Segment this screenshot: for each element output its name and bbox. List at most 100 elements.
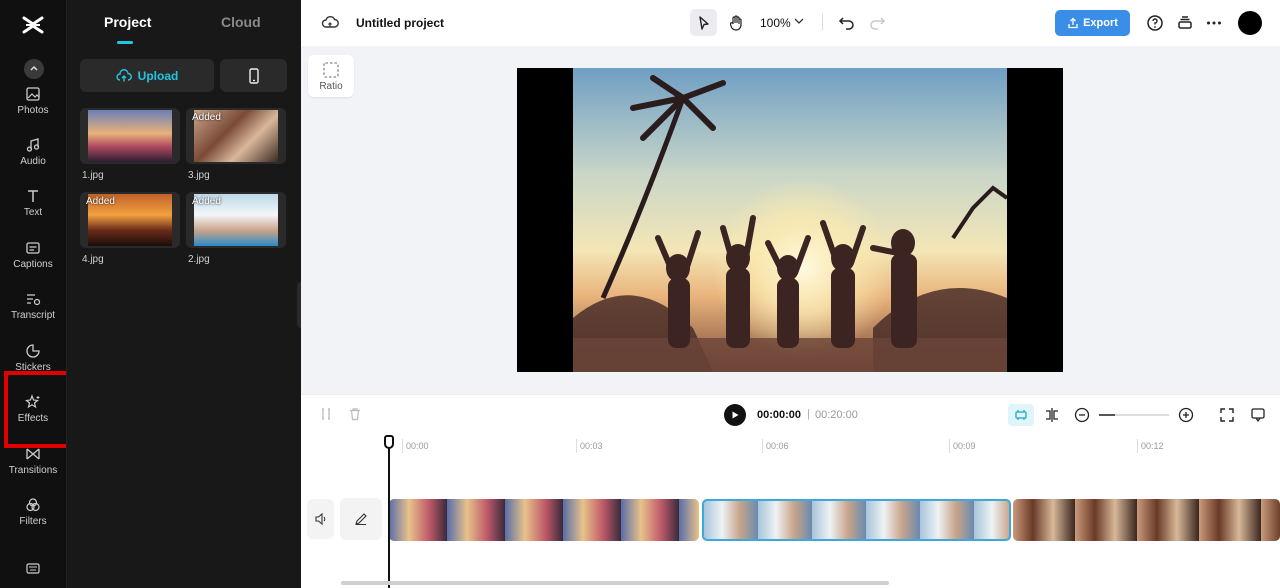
beach-party-image	[573, 68, 1007, 372]
upload-button[interactable]: Upload	[80, 59, 214, 92]
video-clip[interactable]	[1013, 499, 1280, 541]
phone-icon	[248, 67, 259, 84]
time-separator: |	[807, 408, 810, 420]
more-icon[interactable]	[1205, 14, 1223, 32]
active-tab-indicator	[117, 41, 133, 44]
track-edit-button[interactable]	[340, 498, 382, 540]
rail-item-audio[interactable]: Audio	[0, 137, 66, 185]
timeline: 00:00:00 | 00:20:00 00:00 00:03 00:06 00…	[301, 394, 1280, 588]
added-badge: Added	[86, 196, 115, 207]
video-preview[interactable]	[517, 68, 1063, 372]
rail-item-label: Transcript	[10, 310, 56, 321]
timeline-ruler[interactable]: 00:00 00:03 00:06 00:09 00:12	[301, 435, 1280, 455]
magnet-icon	[1015, 410, 1027, 420]
select-tool-button[interactable]	[690, 9, 717, 36]
total-time: 00:20:00	[815, 409, 858, 421]
split-icon[interactable]	[319, 407, 333, 421]
left-rail: Photos Audio Text Captions Transcript St…	[0, 0, 66, 588]
filters-icon	[26, 498, 40, 512]
rail-item-label: Audio	[20, 156, 46, 167]
media-item[interactable]: Added 3.jpg	[186, 108, 286, 181]
added-badge: Added	[192, 196, 221, 207]
rail-item-text[interactable]: Text	[0, 188, 66, 236]
rail-item-label: Filters	[19, 516, 47, 527]
sticker-icon	[26, 344, 40, 358]
project-title[interactable]: Untitled project	[356, 16, 444, 30]
timeline-zoom-slider[interactable]	[1099, 414, 1169, 416]
redo-icon[interactable]	[868, 13, 886, 31]
media-panel: Project Cloud Upload 1.jpg Added 3.jpg A…	[66, 0, 301, 588]
video-editor-app: Photos Audio Text Captions Transcript St…	[0, 0, 1280, 588]
rail-item-transcript[interactable]: Transcript	[0, 291, 66, 339]
media-thumbnail	[80, 108, 180, 164]
ruler-tick: 00:12	[1137, 439, 1164, 453]
video-clip[interactable]	[389, 499, 699, 541]
ratio-button[interactable]: Ratio	[308, 55, 354, 97]
split-clip-icon[interactable]	[1044, 407, 1060, 423]
ratio-label: Ratio	[319, 80, 343, 92]
delete-icon[interactable]	[348, 407, 362, 421]
feedback-icon[interactable]	[1250, 407, 1266, 423]
media-thumbnail: Added	[186, 192, 286, 248]
video-clip[interactable]	[702, 499, 1011, 541]
rail-item-label: Photos	[17, 105, 49, 116]
playhead-handle[interactable]	[384, 435, 394, 449]
zoom-out-icon[interactable]	[1074, 407, 1090, 423]
captions-icon	[26, 242, 40, 254]
help-icon[interactable]	[1146, 14, 1164, 32]
rail-item-photos[interactable]: Photos	[0, 86, 66, 134]
rail-collapse-button[interactable]	[24, 59, 44, 79]
media-item[interactable]: Added 2.jpg	[186, 192, 286, 265]
toolbar-divider	[822, 14, 823, 30]
avatar[interactable]	[1238, 11, 1262, 35]
undo-icon[interactable]	[838, 13, 856, 31]
capcut-logo-icon[interactable]	[20, 12, 46, 38]
image-icon	[26, 87, 40, 101]
ruler-tick: 00:03	[576, 439, 603, 453]
added-badge: Added	[192, 112, 221, 123]
media-thumbnail: Added	[186, 108, 286, 164]
hand-icon	[729, 14, 742, 31]
layers-icon[interactable]	[1176, 14, 1194, 32]
rail-item-filters[interactable]: Filters	[0, 497, 66, 545]
cloud-upload-icon	[116, 68, 132, 81]
ratio-icon	[323, 61, 339, 78]
cloud-sync-icon[interactable]	[321, 14, 339, 30]
keyboard-icon	[26, 563, 40, 574]
chevron-down-icon[interactable]	[793, 14, 805, 28]
zoom-in-icon[interactable]	[1178, 407, 1194, 423]
track-mute-button[interactable]	[307, 499, 334, 539]
upload-label: Upload	[137, 68, 179, 83]
transitions-icon	[26, 448, 40, 460]
export-button[interactable]: Export	[1055, 10, 1130, 36]
rail-item-label: Transitions	[8, 465, 58, 476]
zoom-level[interactable]: 100%	[760, 16, 791, 30]
media-thumbnail: Added	[80, 192, 180, 248]
tab-cloud[interactable]: Cloud	[221, 14, 261, 30]
rail-item-captions[interactable]: Captions	[0, 240, 66, 288]
media-item[interactable]: Added 4.jpg	[80, 192, 180, 265]
rail-item-keyboard[interactable]	[0, 560, 66, 588]
ruler-tick: 00:06	[762, 439, 789, 453]
rail-item-transitions[interactable]: Transitions	[0, 446, 66, 494]
phone-upload-button[interactable]	[220, 59, 287, 92]
fullscreen-icon[interactable]	[1219, 407, 1235, 423]
slider-fill	[1099, 414, 1115, 416]
ruler-tick: 00:09	[949, 439, 976, 453]
playhead[interactable]	[388, 435, 390, 588]
rail-item-label: Text	[23, 207, 43, 218]
media-item[interactable]: 1.jpg	[80, 108, 180, 181]
pencil-icon	[355, 513, 367, 526]
play-button[interactable]	[724, 404, 746, 426]
tab-project[interactable]: Project	[104, 14, 151, 30]
play-icon	[732, 411, 739, 419]
chevron-up-icon	[30, 65, 38, 71]
timeline-scrollbar[interactable]	[341, 581, 889, 585]
hand-tool-button[interactable]	[722, 9, 749, 36]
preview-stage: Ratio	[301, 46, 1280, 394]
preview-image	[573, 68, 1007, 372]
cursor-icon	[698, 15, 709, 30]
magnet-snap-button[interactable]	[1008, 404, 1034, 426]
volume-icon	[314, 512, 325, 526]
music-icon	[26, 138, 40, 152]
